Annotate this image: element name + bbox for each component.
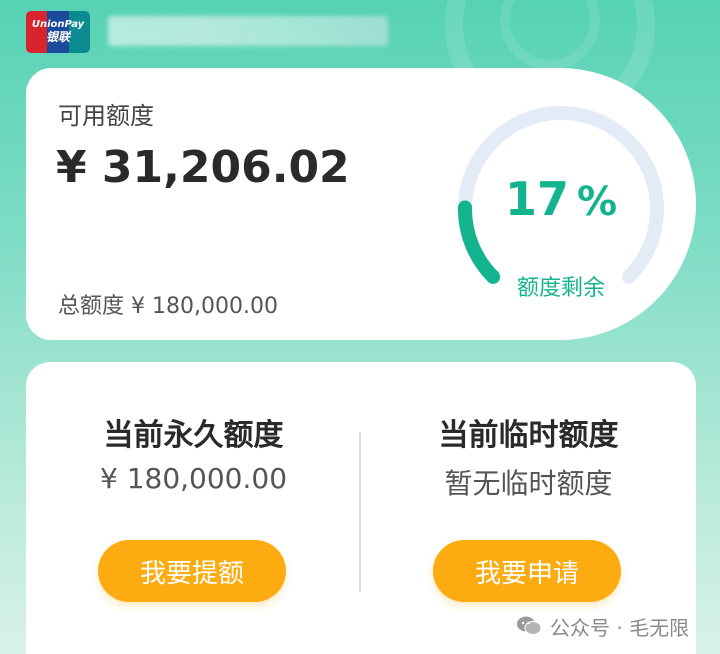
gauge-percent: 17% <box>446 172 676 226</box>
top-bar: UnionPay 银联 <box>0 0 720 64</box>
logo-text-bottom: 银联 <box>45 30 70 44</box>
gauge-caption: 额度剩余 <box>516 276 605 301</box>
credit-limit-card: 可用额度 ¥ 31,206.02 总额度 ¥ 180,000.00 17% 额度… <box>26 68 696 340</box>
raise-limit-button[interactable]: 我要提额 <box>98 540 286 602</box>
blurred-account-name <box>108 16 388 46</box>
gauge-percent-sign: % <box>576 179 618 225</box>
unionpay-logo-icon: UnionPay 银联 <box>26 11 90 53</box>
available-limit-label: 可用额度 <box>58 102 154 130</box>
permanent-limit-title: 当前永久额度 <box>103 418 284 453</box>
gauge-percent-value: 17 <box>504 172 569 226</box>
available-limit-amount: ¥ 31,206.02 <box>56 142 350 193</box>
watermark-text: 公众号 · 毛无限 <box>550 615 690 640</box>
temporary-limit-title: 当前临时额度 <box>438 418 619 453</box>
temporary-limit-section: 当前临时额度 暂无临时额度 我要申请 <box>361 362 696 654</box>
permanent-limit-section: 当前永久额度 ¥ 180,000.00 我要提额 <box>26 362 361 654</box>
apply-temporary-limit-button[interactable]: 我要申请 <box>433 540 621 602</box>
wechat-icon <box>517 616 542 635</box>
total-limit-label: 总额度 ¥ 180,000.00 <box>58 294 278 319</box>
quota-panel: 当前永久额度 ¥ 180,000.00 我要提额 当前临时额度 暂无临时额度 我… <box>26 362 696 654</box>
permanent-limit-value: ¥ 180,000.00 <box>99 462 288 495</box>
watermark: 公众号 · 毛无限 <box>516 612 689 640</box>
temporary-limit-value: 暂无临时额度 <box>444 467 613 500</box>
